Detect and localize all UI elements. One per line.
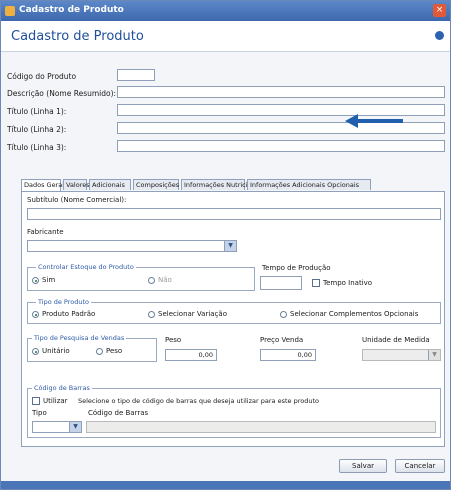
descricao-input[interactable] — [117, 86, 445, 98]
page-header: Cadastro de Produto — [1, 21, 450, 52]
fabricante-select[interactable]: ▼ — [27, 240, 237, 252]
descricao-label: Descrição (Nome Resumido): — [7, 89, 117, 98]
peso-radio[interactable] — [96, 348, 103, 355]
unitario-label: Unitário — [42, 347, 70, 355]
chevron-down-icon: ▼ — [428, 350, 440, 360]
title-bar[interactable]: Cadastro de Produto × — [1, 1, 450, 21]
tab-info-adicionais[interactable]: Informações Adicionais Opcionais — [247, 179, 371, 190]
utilizar-label: Utilizar — [43, 397, 68, 405]
chevron-down-icon: ▼ — [69, 422, 81, 432]
estoque-sim-label: Sim — [42, 276, 56, 284]
utilizar-checkbox[interactable] — [32, 397, 40, 405]
tab-valores[interactable]: Valores — [63, 179, 90, 190]
codigo-barras-input[interactable] — [86, 421, 436, 433]
tipo-pesquisa-group: Tipo de Pesquisa de Vendas Unitário Peso — [27, 334, 157, 362]
codigo-barras-description: Selecione o tipo de código de barras que… — [78, 397, 319, 405]
tab-panel-dados-gerais: Subtítulo (Nome Comercial): Fabricante ▼… — [21, 191, 445, 447]
tipo-produto-group: Tipo de Produto Produto Padrão Seleciona… — [27, 298, 441, 324]
app-icon — [5, 6, 15, 16]
subtitulo-input[interactable] — [27, 208, 441, 220]
tab-adicionais[interactable]: Adicionais — [89, 179, 131, 190]
titulo3-label: Título (Linha 3): — [7, 143, 67, 152]
estoque-nao-label: Não — [158, 276, 172, 284]
cancelar-button[interactable]: Cancelar — [395, 459, 445, 473]
arrow-left-icon — [345, 114, 403, 128]
unidade-medida-label: Unidade de Medida — [362, 336, 430, 344]
tipo-codigo-select[interactable]: ▼ — [32, 421, 82, 433]
unidade-medida-select[interactable]: ▼ — [362, 349, 441, 361]
selecionar-complementos-radio[interactable] — [280, 311, 287, 318]
titulo3-input[interactable] — [117, 140, 445, 152]
close-icon[interactable]: × — [433, 4, 446, 17]
peso-input[interactable]: 0,00 — [165, 349, 217, 361]
help-icon[interactable] — [435, 31, 444, 40]
tipo-label: Tipo — [32, 409, 47, 417]
selecionar-complementos-label: Selecionar Complementos Opcionais — [290, 310, 419, 318]
controle-estoque-legend: Controlar Estoque do Produto — [36, 263, 136, 271]
subtitulo-label: Subtítulo (Nome Comercial): — [27, 196, 127, 204]
controle-estoque-group: Controlar Estoque do Produto Sim Não — [27, 263, 255, 291]
tab-dados-gerais[interactable]: Dados Gerais — [21, 179, 67, 191]
selecionar-variacao-label: Selecionar Variação — [158, 310, 227, 318]
chevron-down-icon: ▼ — [224, 241, 236, 251]
codigo-barras-field-label: Código de Barras — [88, 409, 149, 417]
page-title: Cadastro de Produto — [11, 29, 144, 44]
codigo-barras-group: Código de Barras Utilizar Selecione o ti… — [27, 384, 441, 438]
tipo-pesquisa-legend: Tipo de Pesquisa de Vendas — [32, 334, 127, 342]
titulo1-label: Título (Linha 1): — [7, 107, 67, 116]
fabricante-label: Fabricante — [27, 228, 64, 236]
tipo-produto-legend: Tipo de Produto — [36, 298, 92, 306]
tempo-legend: Tempo de Produção — [262, 264, 331, 272]
tab-composicoes[interactable]: Composições — [133, 179, 179, 190]
status-bar — [1, 481, 450, 489]
produto-padrao-label: Produto Padrão — [42, 310, 96, 318]
tempo-inativo-checkbox[interactable] — [312, 279, 320, 287]
tempo-inativo-label: Tempo Inativo — [323, 279, 373, 287]
estoque-nao-radio[interactable] — [148, 277, 155, 284]
peso-radio-label: Peso — [106, 347, 123, 355]
unitario-radio[interactable] — [32, 348, 39, 355]
tempo-input[interactable] — [260, 276, 302, 290]
codigo-input[interactable] — [117, 69, 155, 81]
produto-padrao-radio[interactable] — [32, 311, 39, 318]
window-title: Cadastro de Produto — [19, 5, 124, 15]
codigo-barras-legend: Código de Barras — [32, 384, 92, 392]
preco-venda-input[interactable]: 0,00 — [260, 349, 316, 361]
titulo2-label: Título (Linha 2): — [7, 125, 67, 134]
salvar-button[interactable]: Salvar — [339, 459, 387, 473]
product-window: Cadastro de Produto × Cadastro de Produt… — [0, 0, 451, 490]
peso-label: Peso — [165, 336, 182, 344]
selecionar-variacao-radio[interactable] — [148, 311, 155, 318]
codigo-label: Código do Produto — [7, 72, 77, 81]
preco-venda-label: Preço Venda — [260, 336, 304, 344]
estoque-sim-radio[interactable] — [32, 277, 39, 284]
tab-info-nutricionais[interactable]: Informações Nutricionais — [181, 179, 265, 190]
